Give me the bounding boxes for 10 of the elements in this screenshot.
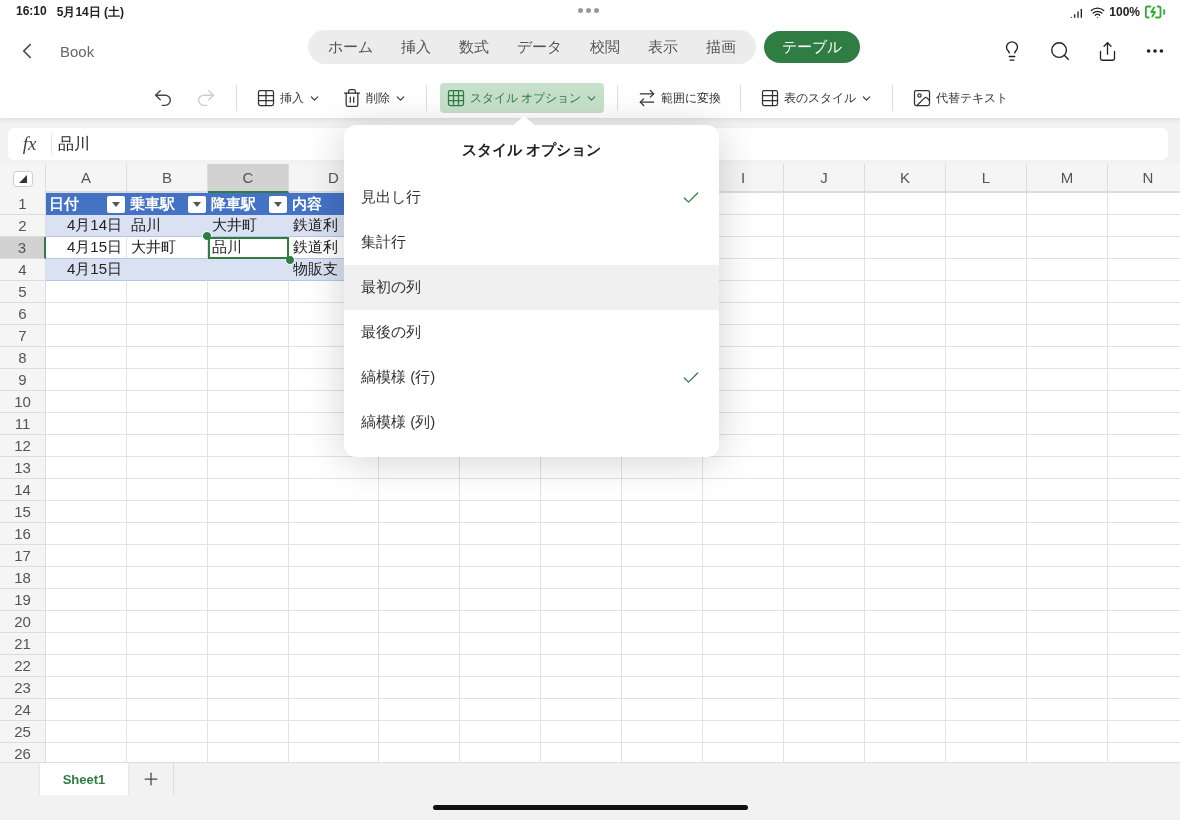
header-label: 乗車駅 (130, 194, 175, 214)
popover-title: スタイル オプション (460, 139, 603, 160)
function-label: fx (8, 133, 52, 155)
status-date: 5月14日 (土) (56, 3, 125, 21)
header-label: 日付 (49, 194, 79, 214)
battery-percent: 100% (1109, 5, 1140, 19)
status-time: 16:10 (16, 3, 47, 20)
header-label: 降車駅 (211, 194, 256, 214)
header-label: 内容 (292, 194, 322, 214)
formula-value: 品川 (57, 133, 90, 154)
